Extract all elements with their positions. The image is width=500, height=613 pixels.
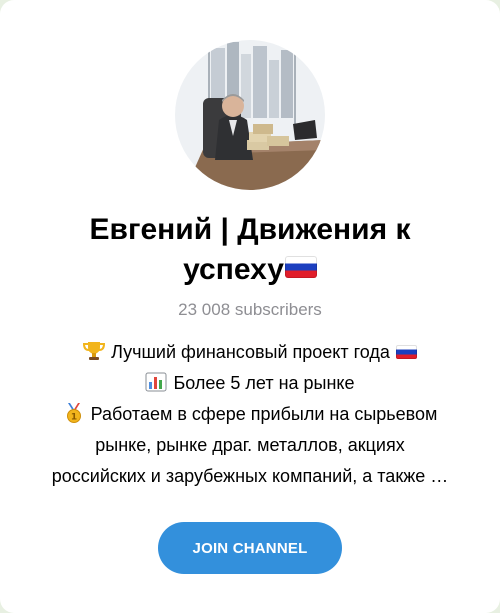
description-line: рынке, рынке драг. металлов, акциях (95, 435, 405, 455)
channel-title-text: Евгений | Движения к успеху (89, 213, 411, 286)
description-line-text: Работаем в сфере прибыли на сырьевом (90, 404, 438, 424)
medal-icon: 1 (66, 403, 81, 423)
description-line: 1 Работаем в сфере прибыли на сырьевом (30, 399, 470, 430)
channel-preview-card: Евгений | Движения к успеху 23 008 subsc… (0, 0, 500, 613)
russian-flag-icon (284, 256, 317, 278)
trophy-icon (83, 342, 106, 360)
channel-title: Евгений | Движения к успеху (40, 210, 460, 290)
svg-text:1: 1 (70, 413, 76, 423)
description-line-text: Более 5 лет на рынке (173, 373, 355, 393)
bar-chart-icon (145, 372, 167, 392)
subscriber-count: 23 008 subscribers (178, 300, 322, 319)
russian-flag-icon (395, 345, 417, 359)
join-channel-button[interactable]: JOIN CHANNEL (158, 522, 342, 574)
description-line: Более 5 лет на рынке (30, 368, 470, 399)
channel-description: Лучший финансовый проект года Более 5 ле… (30, 337, 470, 492)
description-line: российских и зарубежных компаний, а такж… (51, 466, 449, 486)
description-line: Лучший финансовый проект года (30, 337, 470, 368)
channel-avatar (175, 40, 325, 190)
avatar-photo (175, 40, 325, 190)
description-line-text: Лучший финансовый проект года (111, 342, 390, 362)
